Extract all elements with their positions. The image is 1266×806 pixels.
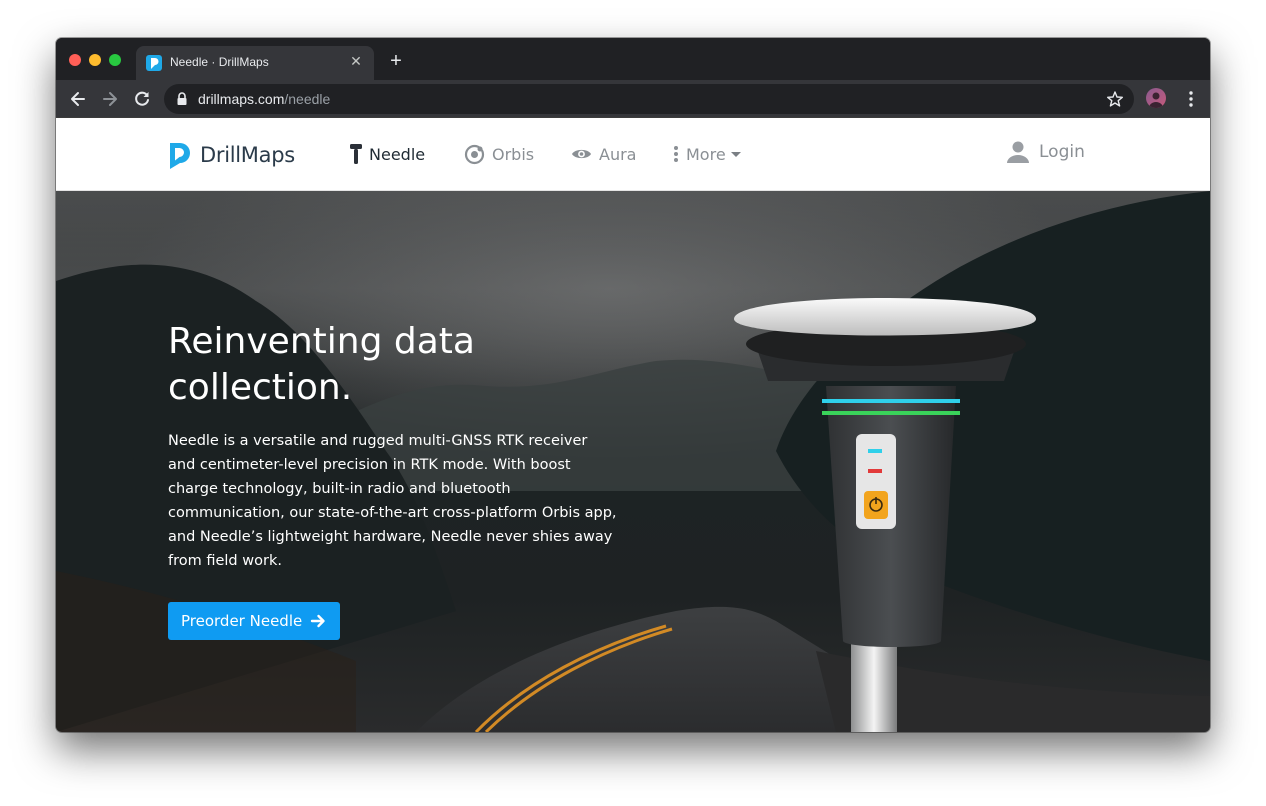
site-header: DrillMaps Needle Orbis Aura More Login <box>56 118 1210 191</box>
eye-icon <box>572 149 591 159</box>
browser-window: Needle · DrillMaps ✕ + drillmaps.com/nee… <box>56 38 1210 732</box>
orbis-icon <box>464 144 485 164</box>
chevron-down-icon <box>730 151 741 157</box>
user-icon <box>1007 141 1029 163</box>
nav-aura[interactable]: Aura <box>571 142 636 166</box>
nav-orbis[interactable]: Orbis <box>464 142 534 166</box>
tab-close-icon[interactable]: ✕ <box>347 53 365 71</box>
vertical-dots-icon <box>674 146 678 162</box>
drillmaps-favicon-icon <box>146 55 162 71</box>
preorder-button[interactable]: Preorder Needle <box>168 602 341 640</box>
nav-more-dropdown[interactable]: More <box>673 142 741 166</box>
hero-title: Reinventing data collection. <box>168 321 475 408</box>
zoom-window-button[interactable] <box>109 54 121 66</box>
browser-tab-needle[interactable]: Needle · DrillMaps ✕ <box>136 46 374 80</box>
lock-icon[interactable] <box>176 92 188 106</box>
browser-menu-icon[interactable] <box>1182 89 1200 109</box>
nav-needle[interactable]: Needle <box>350 142 425 166</box>
drillmaps-logo-icon <box>170 143 190 169</box>
needle-icon <box>350 144 362 164</box>
close-window-button[interactable] <box>69 54 81 66</box>
url-domain: drillmaps.com <box>198 91 285 107</box>
nav-more-label: More <box>686 144 726 164</box>
url-text[interactable]: drillmaps.com/needle <box>198 91 330 107</box>
login-link[interactable]: Login <box>1006 140 1085 164</box>
nav-aura-label: Aura <box>599 144 637 164</box>
page-viewport: DrillMaps Needle Orbis Aura More Login R… <box>56 118 1210 732</box>
reload-icon[interactable] <box>131 88 153 110</box>
logo-text: DrillMaps <box>200 143 295 167</box>
nav-needle-label: Needle <box>369 144 426 164</box>
login-label: Login <box>1039 142 1085 162</box>
arrow-right-icon <box>311 614 325 628</box>
address-bar[interactable]: drillmaps.com/needle <box>164 84 1134 114</box>
url-path: /needle <box>284 91 331 107</box>
tab-strip: Needle · DrillMaps ✕ + <box>56 38 1210 80</box>
person-silhouette-icon <box>1149 92 1163 108</box>
preorder-button-label: Preorder Needle <box>181 612 303 630</box>
new-tab-button[interactable]: + <box>386 51 406 71</box>
nav-orbis-label: Orbis <box>492 144 535 164</box>
browser-toolbar: drillmaps.com/needle <box>56 80 1210 118</box>
profile-avatar[interactable] <box>1146 88 1166 108</box>
bookmark-star-icon[interactable] <box>1106 90 1124 108</box>
forward-arrow-icon[interactable] <box>99 88 121 110</box>
hero-section: Reinventing data collection. Needle is a… <box>56 191 1210 732</box>
hero-description: Needle is a versatile and rugged multi-G… <box>168 433 617 569</box>
drillmaps-logo[interactable]: DrillMaps <box>168 140 295 170</box>
tab-title: Needle · DrillMaps <box>170 55 269 69</box>
back-arrow-icon[interactable] <box>67 88 89 110</box>
minimize-window-button[interactable] <box>89 54 101 66</box>
